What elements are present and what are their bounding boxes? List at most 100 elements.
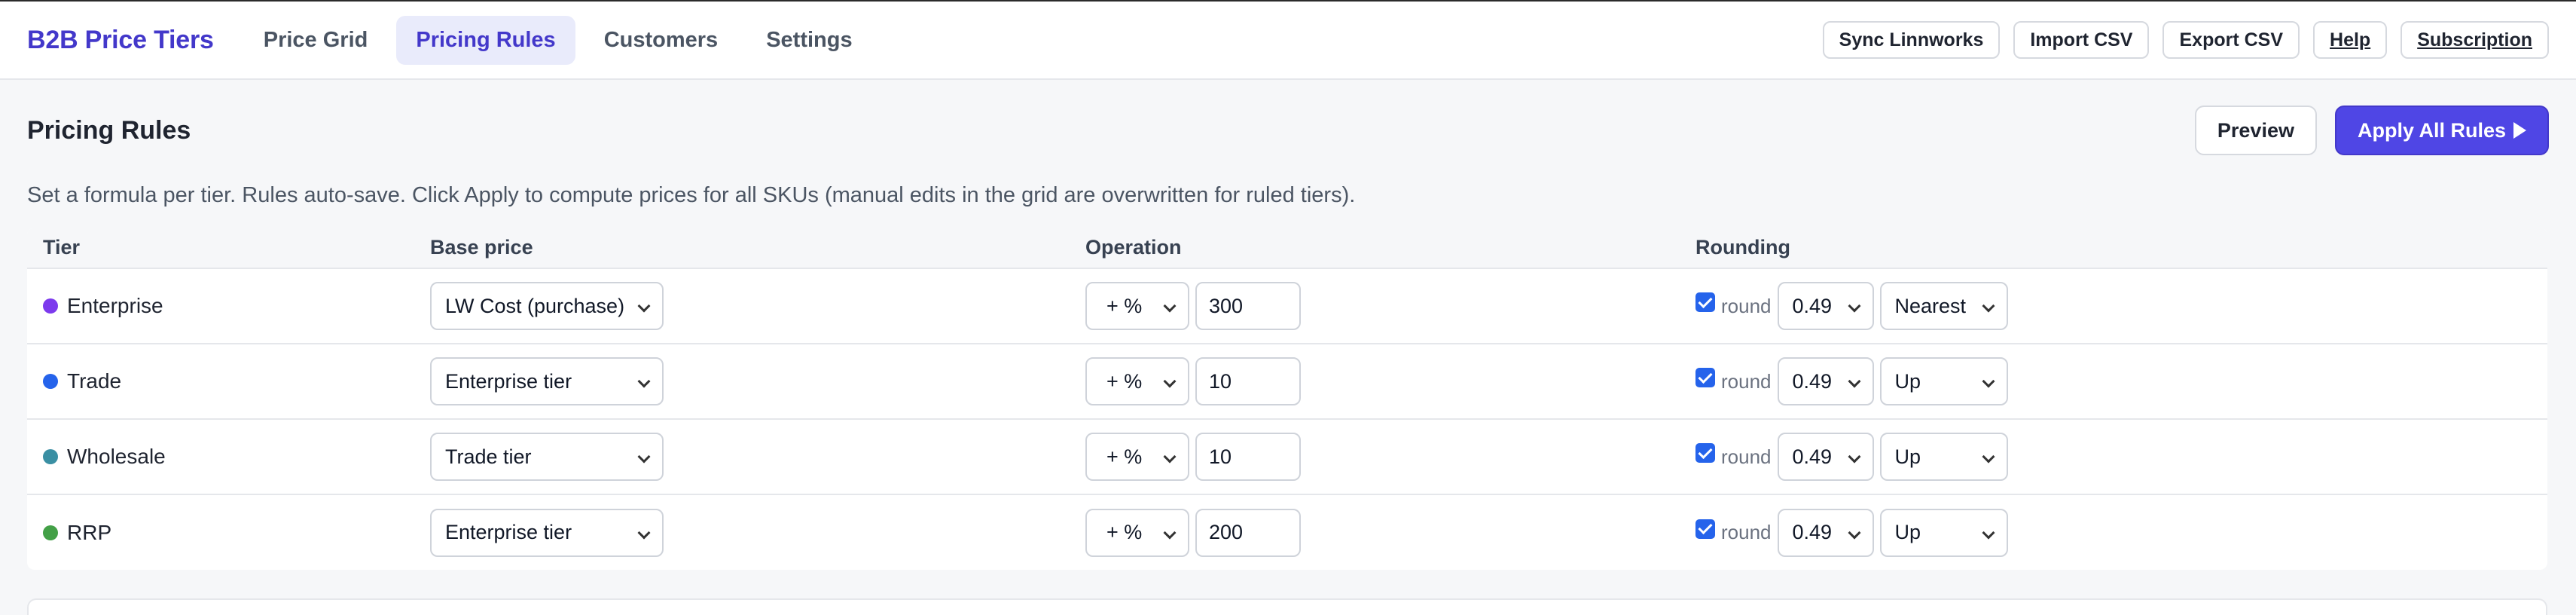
section-description: Set a formula per tier. Rules auto-save.… (27, 183, 1356, 207)
round-label: round (1721, 521, 1772, 543)
preview-button[interactable]: Preview (2194, 106, 2317, 155)
export-csv-button[interactable]: Export CSV (2162, 21, 2300, 59)
operation-cell: + % (1070, 494, 1680, 570)
tier-label-wrap: RRP (43, 521, 414, 545)
tab-pricing-rules[interactable]: Pricing Rules (396, 15, 575, 65)
tier-cell: Trade (27, 344, 414, 420)
table-row: Enterprise LW Cost (purchase) + % round 0… (27, 268, 2547, 344)
operation-wrap: + % (1085, 357, 1680, 405)
chevron-down-icon (1982, 375, 1995, 388)
tier-cell: Wholesale (27, 419, 414, 495)
sync-linnworks-button[interactable]: Sync Linnworks (1822, 21, 2001, 59)
round-to-select[interactable]: 0.49 (1777, 508, 1874, 557)
chevron-down-icon (1163, 450, 1177, 464)
apply-all-rules-button[interactable]: Apply All Rules (2334, 106, 2549, 155)
chevron-down-icon (1848, 299, 1860, 313)
base-price-select[interactable]: Enterprise tier (430, 357, 664, 405)
operation-value-input[interactable] (1195, 508, 1301, 557)
chevron-down-icon (1163, 526, 1177, 539)
page-title: Pricing Rules (27, 115, 191, 145)
operation-cell: + % (1070, 344, 1680, 420)
operation-wrap: + % (1085, 508, 1680, 557)
round-checkbox[interactable] (1695, 443, 1715, 463)
operation-select[interactable]: + % (1085, 433, 1189, 481)
tier-color-dot (43, 449, 58, 464)
chevron-down-icon (637, 299, 651, 313)
round-checkbox[interactable] (1695, 519, 1715, 539)
base-price-select[interactable]: LW Cost (purchase) (430, 282, 664, 330)
rounding-wrap: round 0.49 Up (1695, 433, 2547, 481)
operation-value-input[interactable] (1195, 357, 1301, 405)
round-direction-select[interactable]: Nearest (1879, 282, 2008, 330)
rounding-wrap: round 0.49 Up (1695, 508, 2547, 557)
round-label: round (1721, 294, 1772, 317)
next-section-card (27, 598, 2547, 615)
tier-name: Wholesale (67, 445, 166, 468)
chevron-down-icon (1848, 526, 1860, 539)
tab-customers[interactable]: Customers (584, 16, 738, 65)
base-price-select[interactable]: Trade tier (430, 433, 664, 481)
operation-value-input[interactable] (1195, 282, 1301, 330)
tier-name: RRP (67, 520, 112, 544)
operation-value: + % (1106, 294, 1143, 317)
round-label: round (1721, 369, 1772, 393)
chevron-down-icon (1982, 526, 1995, 539)
table-row: Wholesale Trade tier + % round 0.49 Up (27, 419, 2547, 495)
operation-value: + % (1106, 521, 1143, 543)
apply-all-rules-label: Apply All Rules (2357, 118, 2506, 142)
round-checkbox[interactable] (1695, 292, 1715, 312)
chevron-down-icon (1982, 450, 1995, 464)
round-to-select[interactable]: 0.49 (1777, 357, 1874, 405)
round-direction-value: Nearest (1894, 294, 1967, 317)
tier-name: Enterprise (67, 294, 163, 317)
main-nav: Price Grid Pricing Rules Customers Setti… (244, 15, 872, 65)
rounding-cell: round 0.49 Up (1680, 419, 2547, 495)
operation-select[interactable]: + % (1085, 357, 1189, 405)
table-row: Trade Enterprise tier + % round 0.49 Up (27, 344, 2547, 420)
rounding-wrap: round 0.49 Up (1695, 357, 2547, 405)
header-rounding: Rounding (1680, 228, 2547, 269)
round-direction-select[interactable]: Up (1879, 433, 2008, 481)
round-to-select[interactable]: 0.49 (1777, 433, 1874, 481)
tab-price-grid[interactable]: Price Grid (244, 16, 388, 65)
base-price-select[interactable]: Enterprise tier (430, 508, 664, 557)
chevron-down-icon (1163, 375, 1177, 388)
subscription-button[interactable]: Subscription (2401, 21, 2549, 59)
base-cell: Enterprise tier (414, 344, 1070, 420)
base-price-value: Trade tier (445, 445, 532, 468)
operation-cell: + % (1070, 268, 1680, 344)
tab-settings[interactable]: Settings (746, 16, 871, 65)
tier-cell: RRP (27, 494, 414, 570)
round-direction-select[interactable]: Up (1879, 508, 2008, 557)
operation-wrap: + % (1085, 433, 1680, 481)
rounding-cell: round 0.49 Up (1680, 494, 2547, 570)
round-to-select[interactable]: 0.49 (1777, 282, 1874, 330)
round-direction-value: Up (1894, 369, 1921, 393)
base-price-value: LW Cost (purchase) (445, 294, 625, 317)
base-price-value: Enterprise tier (445, 369, 572, 393)
base-cell: LW Cost (purchase) (414, 268, 1070, 344)
operation-value-input[interactable] (1195, 433, 1301, 481)
operation-select[interactable]: + % (1085, 282, 1189, 330)
round-direction-select[interactable]: Up (1879, 357, 2008, 405)
chevron-down-icon (1848, 375, 1860, 388)
operation-cell: + % (1070, 419, 1680, 495)
tier-color-dot (43, 298, 58, 314)
round-checkbox[interactable] (1695, 368, 1715, 387)
chevron-down-icon (1848, 450, 1860, 464)
rounding-wrap: round 0.49 Nearest (1695, 282, 2547, 330)
rules-table: Tier Base price Operation Rounding Enter… (27, 228, 2547, 570)
rounding-cell: round 0.49 Up (1680, 344, 2547, 420)
section-actions: Preview Apply All Rules (2194, 106, 2549, 155)
operation-value: + % (1106, 445, 1143, 468)
operation-select[interactable]: + % (1085, 508, 1189, 557)
round-direction-value: Up (1894, 521, 1921, 543)
chevron-down-icon (637, 375, 651, 388)
help-button[interactable]: Help (2313, 21, 2388, 59)
tier-color-dot (43, 525, 58, 540)
chevron-down-icon (1982, 299, 1995, 313)
app-title: B2B Price Tiers (27, 25, 214, 54)
operation-value: + % (1106, 369, 1143, 393)
import-csv-button[interactable]: Import CSV (2013, 21, 2150, 59)
chevron-down-icon (1163, 299, 1177, 313)
